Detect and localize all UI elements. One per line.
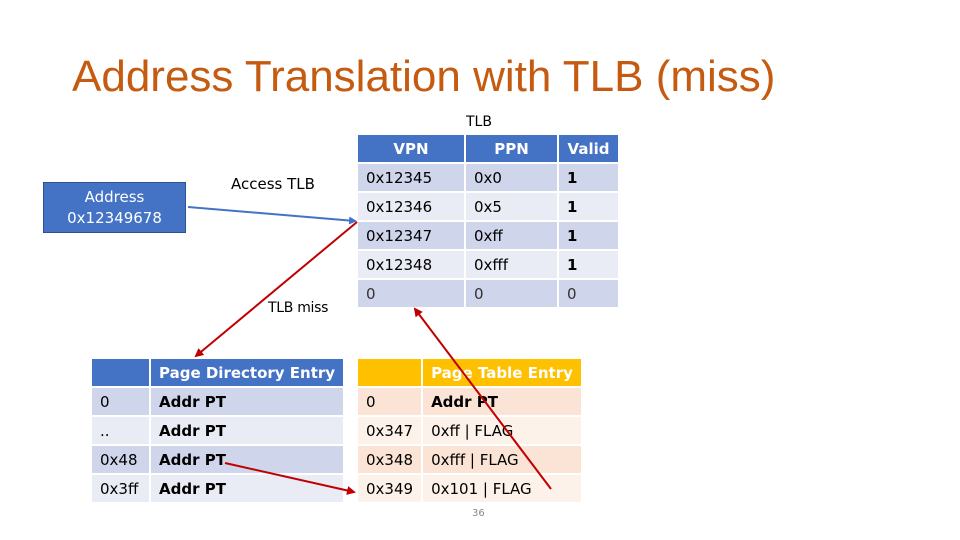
pde-header-row: Page Directory Entry (92, 359, 344, 386)
tlb-vpn: 0x12347 (358, 222, 464, 249)
pte-header-entry: Page Table Entry (423, 359, 581, 386)
tlb-table: VPN PPN Valid 0x12345 0x0 1 0x12346 0x5 … (356, 133, 620, 309)
pte-index: 0x349 (358, 475, 422, 502)
address-label: Address (84, 188, 145, 206)
address-value: 0x12349678 (67, 209, 162, 227)
pde-row: 0x48 Addr PT (92, 446, 344, 473)
address-box: Address 0x12349678 (43, 182, 186, 233)
tlb-header-vpn: VPN (358, 135, 464, 162)
tlb-miss-label: TLB miss (268, 300, 329, 316)
pte-row: 0 Addr PT (358, 388, 581, 415)
tlb-ppn: 0 (466, 280, 557, 307)
pde-value: Addr PT (151, 475, 344, 502)
pte-index: 0 (358, 388, 422, 415)
tlb-miss-arrow (194, 221, 358, 358)
access-tlb-arrow (187, 206, 357, 225)
tlb-header-row: VPN PPN Valid (358, 135, 618, 162)
tlb-header-ppn: PPN (466, 135, 557, 162)
pte-header-row: Page Table Entry (358, 359, 581, 386)
pte-row: 0x349 0x101 | FLAG (358, 475, 581, 502)
slide-title: Address Translation with TLB (miss) (72, 52, 776, 101)
tlb-vpn: 0x12348 (358, 251, 464, 278)
tlb-ppn: 0xfff (466, 251, 557, 278)
pte-row: 0x347 0xff | FLAG (358, 417, 581, 444)
pte-index: 0x347 (358, 417, 422, 444)
pde-value: Addr PT (151, 388, 344, 415)
tlb-valid: 1 (559, 251, 618, 278)
pde-index: 0x3ff (92, 475, 149, 502)
pde-value: Addr PT (151, 417, 344, 444)
tlb-caption: TLB (466, 114, 492, 130)
tlb-row: 0x12345 0x0 1 (358, 164, 618, 191)
tlb-valid: 1 (559, 222, 618, 249)
pde-index: .. (92, 417, 149, 444)
pte-value: 0x101 | FLAG (423, 475, 581, 502)
tlb-valid: 0 (559, 280, 618, 307)
pde-header-entry: Page Directory Entry (151, 359, 344, 386)
tlb-ppn: 0x5 (466, 193, 557, 220)
tlb-vpn: 0x12345 (358, 164, 464, 191)
tlb-row: 0 0 0 (358, 280, 618, 307)
slide-number: 36 (472, 508, 485, 519)
tlb-row: 0x12346 0x5 1 (358, 193, 618, 220)
tlb-vpn: 0x12346 (358, 193, 464, 220)
page-directory-table: Page Directory Entry 0 Addr PT .. Addr P… (90, 357, 345, 504)
pde-header-index (92, 359, 149, 386)
pde-row: .. Addr PT (92, 417, 344, 444)
pde-value: Addr PT (151, 446, 344, 473)
page-table-table: Page Table Entry 0 Addr PT 0x347 0xff | … (356, 357, 583, 504)
tlb-valid: 1 (559, 193, 618, 220)
pte-row: 0x348 0xfff | FLAG (358, 446, 581, 473)
pte-value: 0xfff | FLAG (423, 446, 581, 473)
pde-row: 0 Addr PT (92, 388, 344, 415)
pte-value: 0xff | FLAG (423, 417, 581, 444)
pde-index: 0x48 (92, 446, 149, 473)
tlb-vpn: 0 (358, 280, 464, 307)
tlb-valid: 1 (559, 164, 618, 191)
tlb-ppn: 0x0 (466, 164, 557, 191)
pde-index: 0 (92, 388, 149, 415)
pte-header-index (358, 359, 422, 386)
pde-row: 0x3ff Addr PT (92, 475, 344, 502)
tlb-ppn: 0xff (466, 222, 557, 249)
tlb-row: 0x12347 0xff 1 (358, 222, 618, 249)
access-tlb-label: Access TLB (231, 175, 315, 193)
pte-index: 0x348 (358, 446, 422, 473)
tlb-header-valid: Valid (559, 135, 618, 162)
pte-value: Addr PT (423, 388, 581, 415)
tlb-row: 0x12348 0xfff 1 (358, 251, 618, 278)
